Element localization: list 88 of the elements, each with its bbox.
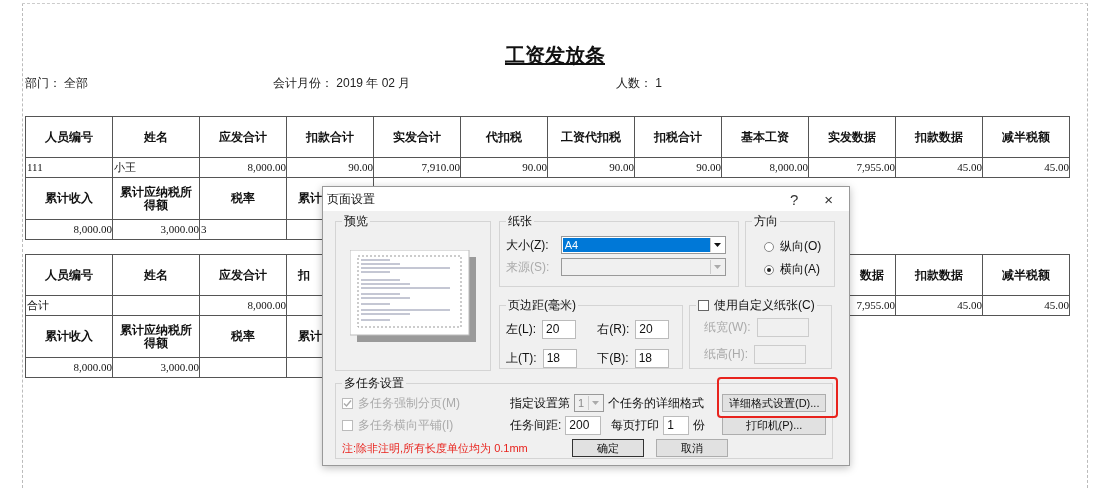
field-label: 指定设置第 — [510, 394, 570, 412]
table-cell: 90.00 — [635, 158, 722, 178]
column-header: 扣税合计 — [635, 116, 722, 158]
note-text: 注:除非注明,所有长度单位均为 0.1mm — [342, 441, 528, 455]
table-cell: 45.00 — [983, 158, 1070, 178]
margin-field[interactable]: 20 — [542, 320, 576, 339]
table-cell: 8,000.00 — [26, 220, 113, 240]
column-header: 累计应纳税所得额 — [113, 178, 200, 220]
paper-size-select[interactable]: A4 — [560, 236, 726, 254]
radio-button[interactable] — [764, 264, 774, 275]
column-header: 减半税额 — [983, 116, 1070, 158]
field-label: 左(L): — [506, 321, 536, 338]
field-label: 任务间距: — [510, 417, 562, 434]
table-cell: 8,000.00 — [200, 158, 287, 178]
table-cell: 7,955.00 — [809, 158, 896, 178]
field-label: 上(T): — [506, 350, 537, 367]
table-cell: 合计 — [26, 296, 113, 316]
column-header: 税率 — [200, 178, 287, 220]
table-cell: 3,000.00 — [113, 358, 200, 378]
column-header: 税率 — [200, 316, 287, 358]
dialog-title: 页面设置 — [327, 190, 376, 208]
field-label: 纸宽(W): — [704, 319, 751, 336]
field-label: 纸高(H): — [704, 346, 748, 363]
margin-field[interactable]: 18 — [634, 349, 669, 368]
margin-field[interactable]: 18 — [542, 349, 577, 368]
table-cell: 45.00 — [896, 158, 983, 178]
field-label: 每页打印 — [611, 417, 660, 434]
dropdown-arrow-icon — [713, 243, 721, 247]
report-title: 工资发放条 — [505, 44, 605, 66]
ok-button[interactable]: 确定 — [571, 439, 644, 457]
column-header: 减半税额 — [983, 254, 1070, 296]
dropdown-arrow-icon — [592, 401, 599, 405]
table-cell: 45.00 — [983, 296, 1070, 316]
table-cell: 90.00 — [287, 158, 374, 178]
column-header: 工资代扣税 — [548, 116, 635, 158]
column-header: 人员编号 — [26, 254, 113, 296]
info-text: 部门： 全部 — [25, 75, 90, 92]
margin-field[interactable]: 20 — [635, 320, 670, 339]
table-cell: 8,000.00 — [200, 296, 287, 316]
column-header: 代扣税 — [461, 116, 548, 158]
field-label: 下(B): — [597, 350, 629, 367]
spacing-field[interactable]: 200 — [565, 416, 602, 435]
column-header: 累计收入 — [26, 178, 113, 220]
group-label: 纸张 — [507, 213, 533, 230]
unit-label: 份 — [693, 417, 706, 434]
group-label: 方向 — [753, 213, 779, 230]
field-label: 大小(Z): — [506, 236, 549, 254]
column-header: 人员编号 — [26, 116, 113, 158]
column-header: 姓名 — [113, 254, 200, 296]
table-cell: 111 — [26, 158, 113, 178]
help-button[interactable]: ? — [783, 190, 805, 208]
column-header: 基本工资 — [722, 116, 809, 158]
field-label: 来源(S): — [506, 258, 550, 276]
column-header: 姓名 — [113, 116, 200, 158]
column-header: 累计应纳税所得额 — [113, 316, 200, 358]
detail-format-button[interactable]: 详细格式设置(D)... — [722, 394, 827, 412]
table-cell: 8,000.00 — [26, 358, 113, 378]
column-header: 实发合计 — [374, 116, 461, 158]
column-header: 扣款合计 — [287, 116, 374, 158]
column-header: 扣款数据 — [896, 254, 983, 296]
radio-label: 纵向(O) — [780, 238, 822, 255]
field-label: 右(R): — [597, 321, 630, 338]
table-cell: 3 — [200, 220, 287, 240]
column-header: 累计收入 — [26, 316, 113, 358]
dropdown-arrow-icon — [714, 265, 722, 269]
cancel-button[interactable]: 取消 — [655, 439, 728, 457]
column-header: 应发合计 — [200, 116, 287, 158]
column-header: 扣款数据 — [896, 116, 983, 158]
table-cell: 8,000.00 — [722, 158, 809, 178]
table-cell: 90.00 — [461, 158, 548, 178]
group-label: 页边距(毫米) — [507, 297, 577, 314]
checkbox-label: 多任务强制分页(M) — [358, 394, 460, 412]
per-page-field[interactable]: 1 — [663, 416, 690, 435]
table-cell: 小王 — [113, 158, 200, 178]
group-label: 多任务设置 — [343, 375, 405, 392]
column-header: 实发数据 — [809, 116, 896, 158]
table-cell: 3,000.00 — [113, 220, 200, 240]
info-text: 人数： 1 — [616, 75, 663, 92]
close-button[interactable]: × — [818, 190, 839, 208]
checkbox-label: 多任务横向平铺(I) — [358, 417, 454, 434]
info-text: 会计月份： 2019 年 02 月 — [273, 75, 412, 92]
table-cell: 45.00 — [896, 296, 983, 316]
column-header: 应发合计 — [200, 254, 287, 296]
table-cell: 90.00 — [548, 158, 635, 178]
radio-button[interactable] — [764, 241, 774, 252]
checkbox[interactable] — [698, 300, 709, 311]
table-cell: 7,910.00 — [374, 158, 461, 178]
field-label: 个任务的详细格式 — [608, 394, 704, 412]
